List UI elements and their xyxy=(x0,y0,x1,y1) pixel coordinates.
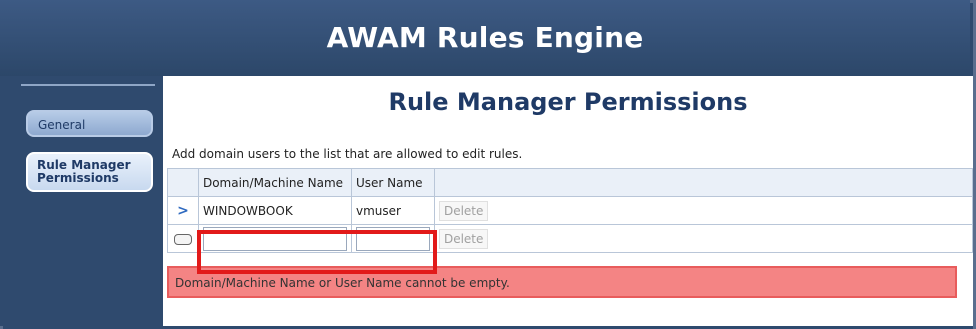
current-row-arrow-icon: > xyxy=(167,196,199,225)
main-content: Rule Manager Permissions Add domain user… xyxy=(163,76,974,326)
app-header: AWAM Rules Engine xyxy=(0,0,970,76)
cell-user-edit xyxy=(350,224,435,253)
user-name-input[interactable] xyxy=(355,226,430,251)
delete-button[interactable]: Delete xyxy=(438,200,489,221)
cell-domain[interactable]: WINDOWBOOK xyxy=(197,196,352,225)
sidebar-divider xyxy=(21,84,155,86)
cell-domain-edit xyxy=(197,224,352,253)
delete-button[interactable]: Delete xyxy=(438,228,489,249)
domain-machine-name-input[interactable] xyxy=(202,226,347,251)
table-row[interactable]: > WINDOWBOOK vmuser Delete xyxy=(167,196,974,225)
new-row[interactable]: Delete xyxy=(167,224,974,253)
column-header-domain[interactable]: Domain/Machine Name xyxy=(197,168,352,197)
row-indicator-header xyxy=(167,168,199,197)
app-title: AWAM Rules Engine xyxy=(326,21,644,54)
sidebar: General Rule Manager Permissions xyxy=(0,76,162,326)
sidebar-item-label-line2: Permissions xyxy=(37,171,119,185)
table-header-row: Domain/Machine Name User Name xyxy=(167,168,974,197)
sidebar-item-label-line1: Rule Manager xyxy=(37,158,131,172)
column-header-actions xyxy=(433,168,974,197)
page-title: Rule Manager Permissions xyxy=(388,88,748,116)
instruction-text: Add domain users to the list that are al… xyxy=(172,147,523,161)
sidebar-item-rule-manager-permissions[interactable]: Rule Manager Permissions xyxy=(26,152,153,192)
validation-error-message: Domain/Machine Name or User Name cannot … xyxy=(167,266,957,298)
cell-actions: Delete xyxy=(433,196,974,225)
permissions-table: Domain/Machine Name User Name > WINDOWBO… xyxy=(167,168,974,253)
column-header-user[interactable]: User Name xyxy=(350,168,435,197)
sidebar-item-label: General xyxy=(38,118,86,132)
new-row-icon xyxy=(173,233,192,245)
cell-user[interactable]: vmuser xyxy=(350,196,435,225)
cell-actions: Delete xyxy=(433,224,974,253)
sidebar-item-general[interactable]: General xyxy=(26,110,153,137)
new-row-cell xyxy=(167,224,199,253)
